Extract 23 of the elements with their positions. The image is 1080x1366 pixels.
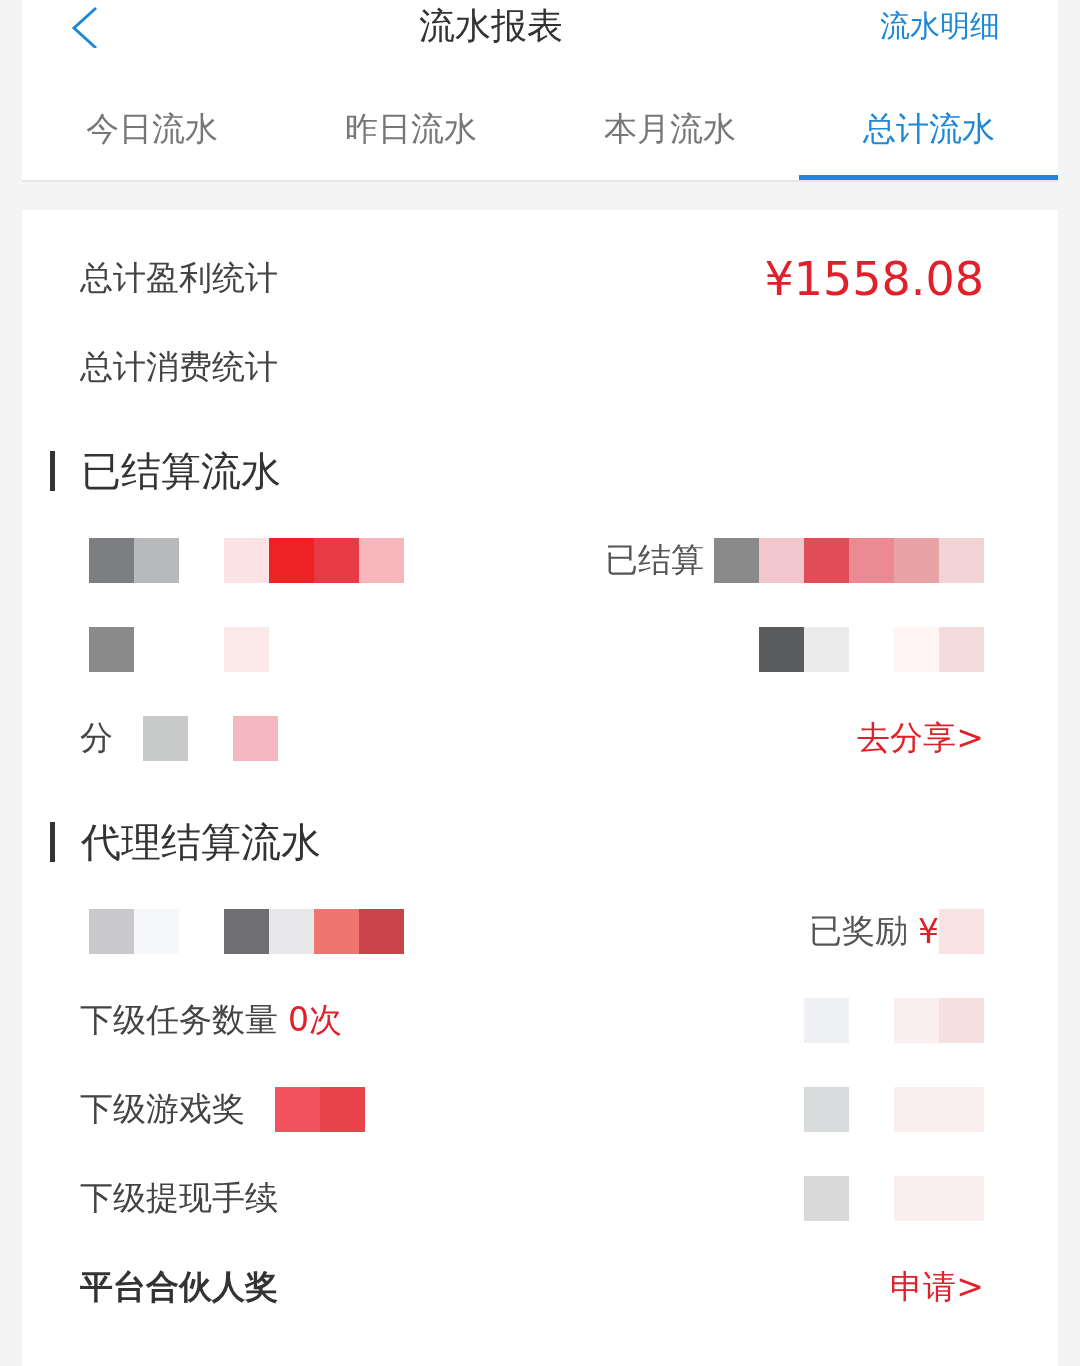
stat-value: ¥1558.08 bbox=[764, 251, 984, 306]
row-value: ¥ bbox=[918, 912, 939, 951]
tab[interactable]: 本月流水 bbox=[540, 84, 799, 180]
stat-label: 总计盈利统计 bbox=[80, 257, 278, 299]
detail-link[interactable]: 流水明细 bbox=[880, 5, 1000, 47]
row-label: 平台合伙人奖 bbox=[80, 1266, 278, 1308]
section-title: 代理结算流水 bbox=[81, 817, 321, 867]
row-label: 下级任务数量 bbox=[80, 999, 278, 1041]
row-label: 下级游戏奖 bbox=[80, 1088, 245, 1130]
row-label: 下级提现手续 bbox=[80, 1177, 278, 1219]
tab[interactable]: 今日流水 bbox=[22, 84, 281, 180]
tab[interactable]: 昨日流水 bbox=[281, 84, 540, 180]
share-link[interactable]: 去分享> bbox=[857, 716, 984, 761]
row-label: 分 bbox=[80, 717, 113, 759]
stat-label: 总计消费统计 bbox=[80, 346, 278, 388]
section-title: 已结算流水 bbox=[81, 446, 281, 496]
page-title: 流水报表 bbox=[419, 3, 563, 48]
row-label: 已结算 bbox=[605, 539, 704, 581]
share-link[interactable]: 申请> bbox=[890, 1265, 984, 1310]
section-bar bbox=[50, 822, 55, 862]
section-bar bbox=[50, 451, 55, 491]
row-label: 已奖励 bbox=[809, 910, 908, 952]
row-value: 0次 bbox=[288, 999, 342, 1041]
